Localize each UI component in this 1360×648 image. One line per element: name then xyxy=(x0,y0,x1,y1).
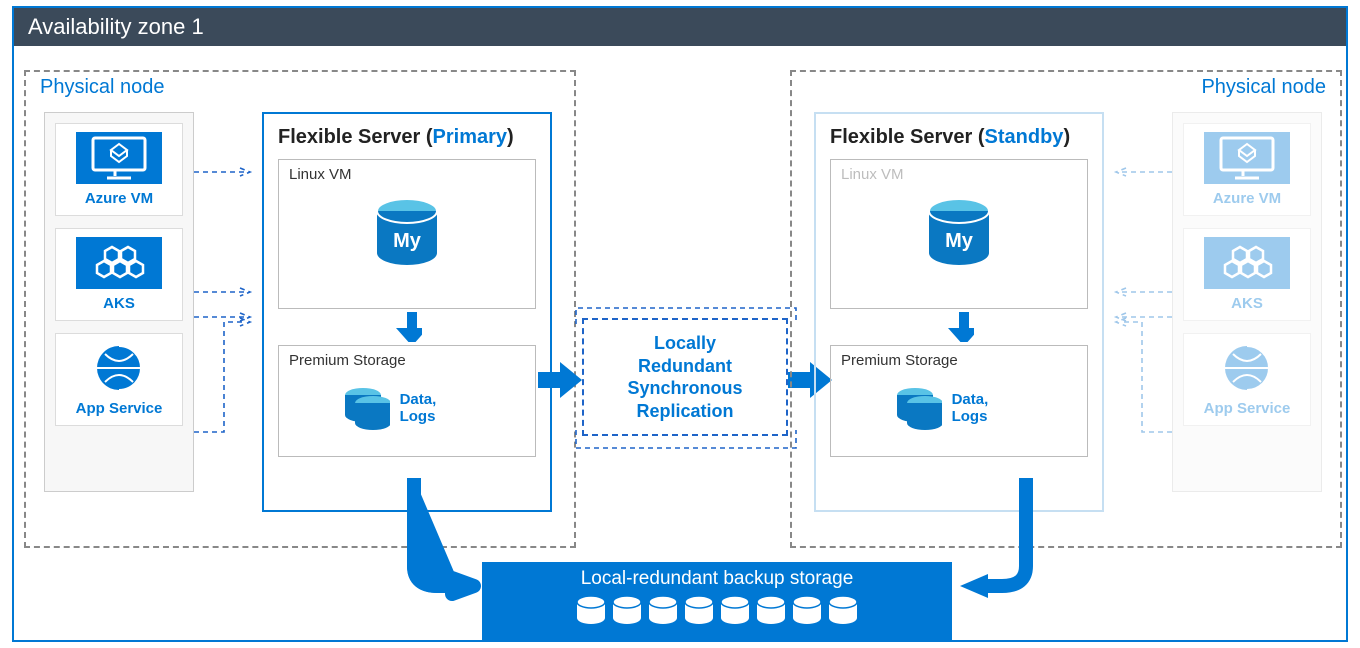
data-logs-label: Data, Logs xyxy=(400,391,471,425)
disk-stack-icon xyxy=(343,385,390,431)
linux-vm-panel-primary: Linux VM My xyxy=(278,159,536,309)
app-service-icon xyxy=(76,342,162,394)
service-azure-vm-standby: Azure VM xyxy=(1183,123,1311,216)
arrow-standby-to-backup-icon xyxy=(950,478,1038,608)
service-azure-vm: Azure VM xyxy=(55,123,183,216)
vm-icon xyxy=(1204,132,1290,184)
connector-lines-right xyxy=(1094,142,1172,462)
aks-icon xyxy=(1204,237,1290,289)
service-label-vm: Azure VM xyxy=(85,190,153,207)
service-label-aks: AKS xyxy=(1231,295,1263,312)
service-aks-standby: AKS xyxy=(1183,228,1311,321)
physical-node-label-right: Physical node xyxy=(1195,76,1332,99)
service-column-right: Azure VM AKS App Service xyxy=(1172,112,1322,492)
mysql-db-icon: My xyxy=(369,193,445,269)
physical-node-right: Physical node Flexible Server (Standby) … xyxy=(790,70,1342,548)
linux-vm-label: Linux VM xyxy=(289,166,525,183)
connector-lines-left xyxy=(194,142,272,462)
availability-zone: Availability zone 1 Physical node Azure … xyxy=(12,6,1348,642)
flexible-server-title-standby: Flexible Server (Standby) xyxy=(830,126,1088,149)
mysql-db-icon-standby: My xyxy=(921,193,997,269)
premium-storage-label: Premium Storage xyxy=(289,352,525,369)
data-logs-label-standby: Data, Logs xyxy=(952,391,1023,425)
disk-stack-icon xyxy=(895,385,942,431)
service-label-app: App Service xyxy=(76,400,163,417)
service-app-service: App Service xyxy=(55,333,183,426)
backup-barrel-row xyxy=(482,594,952,626)
arrow-vm-to-storage-icon xyxy=(392,312,422,342)
linux-vm-label-standby: Linux VM xyxy=(841,166,1077,183)
aks-icon xyxy=(76,237,162,289)
service-column-left: Azure VM AKS App Service xyxy=(44,112,194,492)
flexible-server-title-primary: Flexible Server (Primary) xyxy=(278,126,536,149)
service-app-service-standby: App Service xyxy=(1183,333,1311,426)
service-label-app: App Service xyxy=(1204,400,1291,417)
premium-storage-label-standby: Premium Storage xyxy=(841,352,1077,369)
backup-storage: Local-redundant backup storage xyxy=(482,562,952,642)
svg-text:My: My xyxy=(393,230,422,252)
physical-node-left: Physical node Azure VM AKS App Service xyxy=(24,70,576,548)
app-service-icon xyxy=(1204,342,1290,394)
flexible-server-standby: Flexible Server (Standby) Linux VM My Pr… xyxy=(814,112,1104,512)
service-label-aks: AKS xyxy=(103,295,135,312)
arrow-vm-to-storage-standby-icon xyxy=(944,312,974,342)
linux-vm-panel-standby: Linux VM My xyxy=(830,159,1088,309)
premium-storage-panel-primary: Premium Storage Data, Logs xyxy=(278,345,536,457)
vm-icon xyxy=(76,132,162,184)
flexible-server-primary: Flexible Server (Primary) Linux VM My Pr… xyxy=(262,112,552,512)
replication-braces xyxy=(574,298,798,458)
svg-text:My: My xyxy=(945,230,974,252)
physical-node-label: Physical node xyxy=(34,76,171,99)
backup-storage-title: Local-redundant backup storage xyxy=(482,568,952,590)
premium-storage-panel-standby: Premium Storage Data, Logs xyxy=(830,345,1088,457)
arrow-primary-to-backup-icon xyxy=(402,478,490,608)
service-label-vm: Azure VM xyxy=(1213,190,1281,207)
service-aks: AKS xyxy=(55,228,183,321)
availability-zone-title: Availability zone 1 xyxy=(14,8,1346,46)
